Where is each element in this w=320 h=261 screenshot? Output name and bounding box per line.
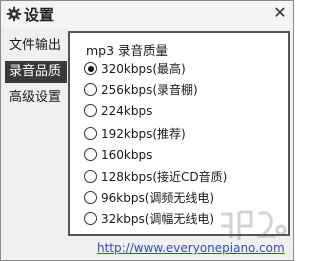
sidebar-item-label: 文件输出 bbox=[9, 38, 62, 53]
option-label: 256kbps(录音棚) bbox=[101, 83, 198, 97]
quality-option-320[interactable]: 320kbps(最高) bbox=[84, 60, 186, 78]
settings-window: 设置 ✕ 文件输出 录音品质 高级设置 mp3 录音质量 320kbps(最高)… bbox=[0, 0, 294, 261]
gear-icon bbox=[6, 6, 22, 22]
sidebar-item-label: 录音品质 bbox=[9, 64, 62, 79]
radio-icon[interactable] bbox=[84, 148, 97, 161]
option-label: 128kbps(接近CD音质) bbox=[101, 170, 228, 184]
radio-checked-icon[interactable] bbox=[84, 62, 97, 75]
sidebar-item-advanced[interactable]: 高级设置 bbox=[5, 87, 67, 109]
quality-option-160[interactable]: 160kbps bbox=[84, 146, 152, 164]
option-label: 224kbps bbox=[101, 104, 153, 118]
radio-icon[interactable] bbox=[84, 212, 97, 225]
option-label: 32kbps(调幅无线电) bbox=[101, 212, 215, 226]
option-label: 192kbps(推荐) bbox=[101, 127, 186, 141]
quality-option-128[interactable]: 128kbps(接近CD音质) bbox=[84, 168, 227, 186]
radio-icon[interactable] bbox=[84, 104, 97, 117]
radio-icon[interactable] bbox=[84, 127, 97, 140]
option-label: 96kbps(调频无线电) bbox=[101, 191, 215, 205]
sidebar-item-file-output[interactable]: 文件输出 bbox=[5, 35, 67, 57]
quality-group-title: mp3 录音质量 bbox=[86, 43, 169, 58]
close-button[interactable]: ✕ bbox=[270, 3, 290, 23]
quality-option-192[interactable]: 192kbps(推荐) bbox=[84, 125, 186, 143]
radio-icon[interactable] bbox=[84, 170, 97, 183]
option-label: 160kbps bbox=[101, 148, 153, 162]
quality-option-256[interactable]: 256kbps(录音棚) bbox=[84, 81, 198, 99]
radio-icon[interactable] bbox=[84, 191, 97, 204]
quality-option-96[interactable]: 96kbps(调频无线电) bbox=[84, 189, 214, 207]
quality-option-32[interactable]: 32kbps(调幅无线电) bbox=[84, 210, 214, 228]
window-title: 设置 bbox=[24, 6, 55, 24]
sidebar-item-recording-quality[interactable]: 录音品质 bbox=[5, 61, 67, 83]
radio-icon[interactable] bbox=[84, 83, 97, 96]
option-label: 320kbps(最高) bbox=[101, 62, 186, 76]
quality-option-224[interactable]: 224kbps bbox=[84, 102, 152, 120]
watermark-logo-icon bbox=[221, 210, 287, 240]
title-bar[interactable]: 设置 ✕ bbox=[1, 1, 293, 27]
settings-sidebar: 文件输出 录音品质 高级设置 bbox=[5, 35, 67, 113]
close-icon: ✕ bbox=[273, 3, 287, 22]
sidebar-item-label: 高级设置 bbox=[9, 90, 62, 105]
